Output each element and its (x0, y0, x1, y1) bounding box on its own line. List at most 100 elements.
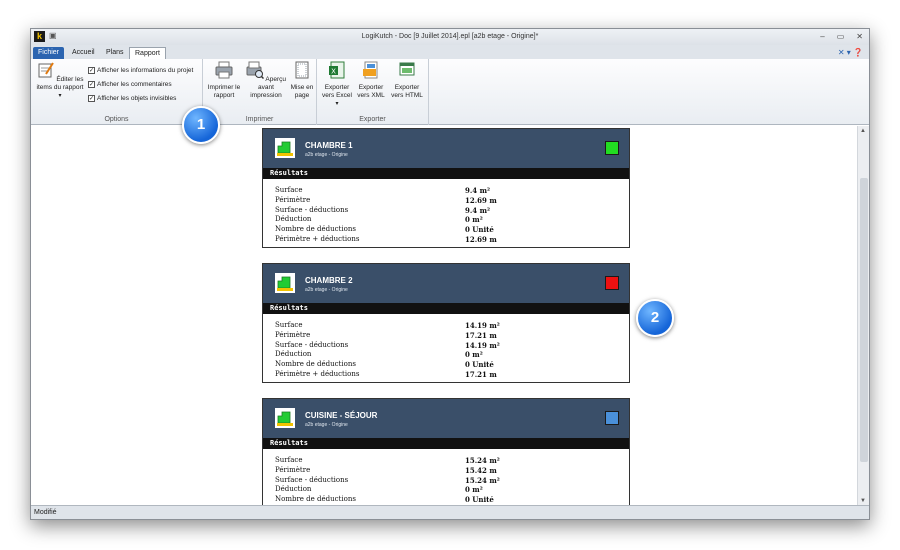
room-card: CHAMBRE 1 a2b etage - Origine Résultats … (262, 128, 630, 248)
results-list: Surface 15.24 m² Périmètre 15.42 m Surfa… (263, 449, 629, 506)
result-value: 0 m² (465, 485, 483, 495)
room-header: CHAMBRE 2 a2b etage - Origine (263, 264, 629, 303)
print-preview-icon (246, 61, 264, 80)
result-row: Nombre de déductions 0 Unité (275, 495, 629, 505)
result-value: 0 m² (465, 215, 483, 225)
export-html-button[interactable]: Exporter vers HTML (389, 61, 425, 100)
export-group-label: Exporter (359, 116, 386, 123)
tab-home[interactable]: Accueil (67, 47, 100, 59)
window-title: LogiKutch - Doc [9 Juillet 2014].epl [a2… (361, 33, 539, 40)
result-label: Déduction (275, 350, 312, 359)
export-xml-label: Exporter vers XML (357, 84, 385, 99)
close-button[interactable]: ✕ (856, 32, 863, 41)
minimize-button[interactable]: – (820, 32, 824, 41)
result-row: Périmètre + déductions 17.21 m (275, 370, 629, 380)
result-row: Surface 9.4 m² (275, 186, 629, 196)
ribbon: Éditer les items du rapport ▾ ✓ Afficher… (31, 59, 869, 125)
print-preview-button[interactable]: Aperçu avant impression (245, 61, 287, 100)
print-group-label: Imprimer (245, 116, 274, 123)
app-window: k ▣ LogiKutch - Doc [9 Juillet 2014].epl… (30, 28, 870, 520)
result-value: 12.69 m (465, 195, 497, 205)
results-header: Résultats (263, 303, 629, 314)
checkbox-comments[interactable]: ✓ Afficher les commentaires (88, 81, 172, 88)
result-value: 14.19 m² (465, 321, 500, 330)
room-icon (275, 408, 295, 428)
options-group: Éditer les items du rapport ▾ ✓ Afficher… (31, 59, 203, 125)
room-card: CHAMBRE 2 a2b etage - Origine Résultats … (262, 263, 630, 383)
room-color-swatch (605, 411, 619, 425)
result-value: 17.21 m (465, 369, 497, 379)
result-value: 0 Unité (465, 360, 494, 370)
print-report-label: Imprimer le rapport (207, 84, 241, 99)
export-group: X Exporter vers Excel ▾ Exporter vers XM… (317, 59, 429, 125)
result-value: 0 Unité (465, 225, 494, 235)
status-text: Modifié (34, 509, 57, 516)
vertical-scrollbar[interactable]: ▲ ▼ (857, 126, 869, 506)
scroll-up-icon[interactable]: ▲ (860, 128, 866, 134)
edit-items-button[interactable]: Éditer les items du rapport ▾ (35, 61, 85, 100)
results-header: Résultats (263, 438, 629, 449)
callout-badge-1: 1 (182, 106, 220, 144)
room-subtitle: a2b etage - Origine (305, 152, 348, 158)
checkbox-hidden-objects[interactable]: ✓ Afficher les objets invisibles (88, 95, 176, 102)
printer-icon (215, 61, 233, 79)
result-label: Nombre de déductions (275, 225, 356, 234)
result-row: Nombre de déductions 0 Unité (275, 225, 629, 235)
result-row: Périmètre + déductions 12.69 m (275, 235, 629, 245)
callout-badge-2: 2 (636, 299, 674, 337)
result-value: 9.4 m² (465, 205, 491, 215)
room-name: CHAMBRE 1 (305, 141, 353, 150)
result-value: 0 Unité (465, 495, 494, 505)
help-icon[interactable]: ✕ ▾ ❓ (838, 48, 863, 57)
page-setup-button[interactable]: Mise en page (289, 61, 315, 100)
result-row: Nombre de déductions 0 Unité (275, 360, 629, 370)
result-row: Surface 15.24 m² (275, 456, 629, 466)
export-excel-button[interactable]: X Exporter vers Excel ▾ (321, 61, 353, 108)
room-icon (275, 138, 295, 158)
result-row: Périmètre 15.42 m (275, 466, 629, 476)
room-header: CHAMBRE 1 a2b etage - Origine (263, 129, 629, 168)
scroll-down-icon[interactable]: ▼ (860, 498, 866, 504)
result-label: Déduction (275, 215, 312, 224)
svg-text:X: X (331, 68, 336, 76)
tab-file[interactable]: Fichier (33, 47, 65, 59)
result-label: Nombre de déductions (275, 360, 356, 369)
result-label: Périmètre (275, 195, 311, 204)
room-name: CUISINE - SÉJOUR (305, 411, 378, 420)
print-report-button[interactable]: Imprimer le rapport (205, 61, 243, 100)
result-row: Surface - déductions 14.19 m² (275, 341, 629, 351)
result-row: Déduction 0 m² (275, 215, 629, 225)
result-label: Périmètre + déductions (275, 234, 360, 243)
page-setup-icon (295, 61, 309, 79)
result-value: 0 m² (465, 350, 483, 360)
tab-plans[interactable]: Plans (101, 47, 129, 59)
result-row: Surface 14.19 m² (275, 321, 629, 331)
room-name: CHAMBRE 2 (305, 276, 353, 285)
checkbox-mark: ✓ (88, 67, 95, 74)
result-value: 9.4 m² (465, 186, 491, 195)
report-view[interactable]: CHAMBRE 1 a2b etage - Origine Résultats … (31, 126, 857, 506)
title-bar: k ▣ LogiKutch - Doc [9 Juillet 2014].epl… (31, 29, 869, 45)
ribbon-tabs: Fichier Accueil Plans Rapport ✕ ▾ ❓ (31, 45, 869, 60)
result-label: Périmètre (275, 330, 311, 339)
xml-icon (363, 61, 378, 79)
scroll-thumb[interactable] (860, 178, 868, 462)
result-value: 14.19 m² (465, 340, 500, 350)
result-row: Déduction 0 m² (275, 350, 629, 360)
checkbox-label: Afficher les commentaires (97, 81, 172, 88)
result-label: Surface - déductions (275, 340, 349, 349)
results-header: Résultats (263, 168, 629, 179)
result-value: 15.42 m (465, 465, 497, 475)
result-value: 12.69 m (465, 234, 497, 244)
result-row: Périmètre 12.69 m (275, 196, 629, 206)
room-color-swatch (605, 141, 619, 155)
maximize-button[interactable]: ▭ (837, 32, 845, 41)
result-label: Surface (275, 186, 303, 194)
room-header: CUISINE - SÉJOUR a2b etage - Origine (263, 399, 629, 438)
print-group: Imprimer le rapport Aperçu avant impress… (203, 59, 317, 125)
result-label: Surface (275, 456, 303, 464)
export-xml-button[interactable]: Exporter vers XML (355, 61, 387, 100)
checkbox-project-info[interactable]: ✓ Afficher les informations du projet (88, 67, 193, 74)
result-row: Périmètre 17.21 m (275, 331, 629, 341)
result-label: Surface - déductions (275, 205, 349, 214)
